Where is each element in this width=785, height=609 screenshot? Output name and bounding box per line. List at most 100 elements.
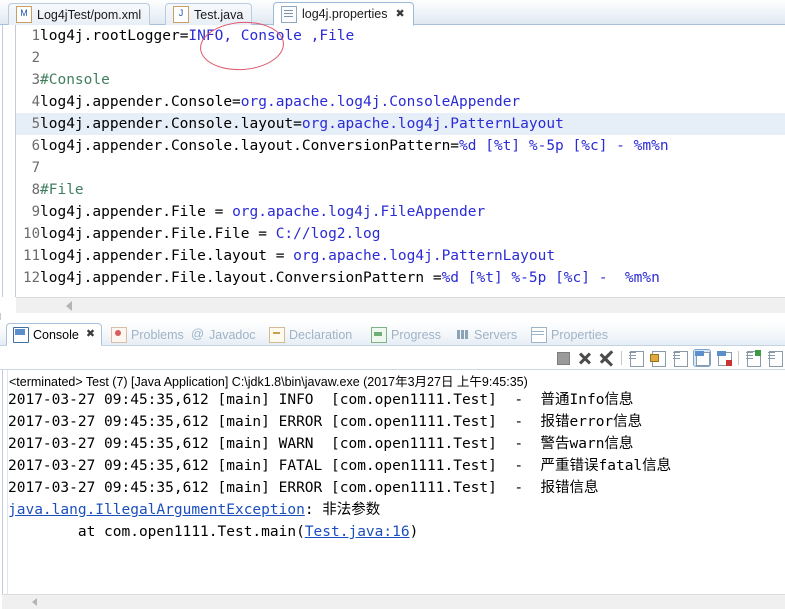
open-console-button[interactable] (745, 350, 761, 367)
line-number: 11 (23, 248, 40, 264)
code-line[interactable]: 5log4j.appender.Console.layout=org.apach… (16, 113, 785, 135)
tab-declaration[interactable]: Declaration (263, 324, 358, 345)
code-line[interactable]: 2 (16, 47, 785, 69)
problems-icon (111, 326, 127, 343)
tab-problems[interactable]: Problems (105, 324, 190, 345)
stacktrace-suffix: ) (409, 524, 419, 540)
code-line-list: 1log4j.rootLogger=INFO, Console ,File 2 3#… (16, 25, 785, 289)
code-line[interactable]: 10log4j.appender.File.File = C://log2.lo… (16, 223, 785, 245)
xml-file-icon (16, 6, 32, 23)
tab-servers[interactable]: Servers (450, 324, 523, 345)
scroll-lock-button[interactable] (650, 350, 666, 367)
console-panel: Console ✖ Problems Javadoc Declaration P… (0, 322, 785, 609)
console-output-area[interactable]: <terminated> Test (7) [Java Application]… (0, 370, 785, 594)
code-token: log4j.rootLogger (40, 28, 180, 44)
close-icon[interactable]: ✖ (395, 8, 404, 20)
servers-icon (456, 328, 470, 342)
progress-icon (371, 326, 387, 343)
console-log-line: 2017-03-27 09:45:35,612 [main] FATAL [co… (8, 458, 672, 474)
code-line[interactable]: 4log4j.appender.Console=org.apache.log4j… (16, 91, 785, 113)
code-token: %d [%t] %-5p [%c] - %m%n (459, 138, 669, 154)
editor-horizontal-scrollbar[interactable] (16, 297, 785, 313)
editor-tab-log4j-properties[interactable]: log4j.properties ✖ (273, 2, 414, 26)
toolbar-separator (738, 351, 739, 365)
console-icon (13, 326, 29, 343)
code-line[interactable]: 9log4j.appender.File = org.apache.log4j.… (16, 201, 785, 223)
editor-tab-label: log4j.properties (302, 7, 388, 21)
line-number: 7 (31, 160, 40, 176)
code-line[interactable]: 11log4j.appender.File.layout = org.apach… (16, 245, 785, 267)
console-terminated-line: <terminated> Test (7) [Java Application]… (9, 375, 528, 389)
terminate-button[interactable] (555, 350, 571, 366)
word-wrap-button[interactable] (672, 350, 688, 367)
close-icon[interactable]: ✖ (86, 329, 95, 340)
java-file-icon (173, 6, 189, 23)
scroll-left-icon[interactable] (66, 301, 72, 311)
editor-tab-label: Log4jTest/pom.xml (37, 7, 142, 22)
scroll-left-icon[interactable] (32, 598, 37, 606)
code-line[interactable]: 1log4j.rootLogger=INFO, Console ,File (16, 25, 785, 47)
code-token: org.apache.log4j.PatternLayout (293, 248, 556, 264)
console-horizontal-scrollbar[interactable] (2, 594, 785, 609)
toolbar-separator (621, 351, 622, 365)
console-menu-button[interactable] (767, 350, 783, 367)
code-token: org.apache.log4j.ConsoleAppender (240, 94, 521, 110)
line-number: 2 (31, 50, 40, 66)
code-line[interactable]: 12log4j.appender.File.layout.ConversionP… (16, 267, 785, 289)
console-tab-label: Servers (474, 327, 518, 342)
pin-console-button[interactable] (693, 349, 711, 367)
tab-properties[interactable]: Properties (525, 324, 614, 345)
code-editor-area[interactable]: 1log4j.rootLogger=INFO, Console ,File 2 3#… (0, 25, 785, 297)
code-token: log4j.appender.Console.layout= (40, 116, 302, 132)
code-token: log4j.appender.File = (40, 204, 233, 220)
code-line[interactable]: 7 (16, 157, 785, 179)
console-tab-label: Console (33, 327, 79, 342)
properties-file-icon (281, 5, 297, 23)
code-line[interactable]: 3#Console (16, 69, 785, 91)
declaration-icon (269, 326, 285, 343)
remove-launch-button[interactable] (577, 350, 593, 366)
editor-tab-pom-xml[interactable]: Log4jTest/pom.xml (8, 3, 151, 25)
editor-bottom-edge (0, 313, 785, 320)
editor-marker-ruler[interactable] (2, 25, 16, 297)
console-stacktrace-line: at com.open1111.Test.main(Test.java:16) (8, 521, 671, 543)
code-token: org.apache.log4j.PatternLayout (301, 116, 564, 132)
editor-tab-bar: Log4jTest/pom.xml Test.java log4j.proper… (0, 0, 785, 26)
console-log-line: 2017-03-27 09:45:35,612 [main] INFO [com… (8, 392, 634, 408)
console-toolbar (555, 347, 785, 369)
console-log-line: 2017-03-27 09:45:35,612 [main] ERROR [co… (8, 414, 643, 430)
editor-panel: Log4jTest/pom.xml Test.java log4j.proper… (0, 0, 785, 320)
tab-console[interactable]: Console ✖ (6, 323, 103, 346)
clear-console-button[interactable] (628, 350, 644, 367)
line-number: 10 (23, 226, 40, 242)
tab-javadoc[interactable]: Javadoc (185, 324, 262, 345)
line-number: 4 (31, 94, 40, 110)
code-token: %d [%t] %-5p [%c] - %m%n (441, 270, 660, 286)
remove-all-terminated-button[interactable] (599, 350, 615, 366)
console-log-line: 2017-03-27 09:45:35,612 [main] ERROR [co… (8, 480, 599, 496)
code-token: INFO, Console ,File (188, 28, 355, 44)
stacktrace-source-link[interactable]: Test.java:16 (305, 524, 410, 540)
console-tab-label: Javadoc (209, 327, 256, 342)
line-number: 1 (31, 28, 40, 44)
console-tab-label: Progress (391, 327, 442, 342)
code-token: C://log2.log (275, 226, 381, 242)
editor-tab-test-java[interactable]: Test.java (165, 3, 253, 25)
code-line[interactable]: 8#File (16, 179, 785, 201)
tab-progress[interactable]: Progress (365, 324, 447, 345)
line-number: 3 (31, 72, 40, 88)
display-selected-console-button[interactable] (716, 350, 732, 366)
line-number: 6 (31, 138, 40, 154)
exception-type-link[interactable]: java.lang.IllegalArgumentException (8, 502, 305, 518)
code-token: log4j.appender.Console.layout.Conversion… (40, 138, 460, 154)
stacktrace-prefix: at com.open1111.Test.main( (8, 524, 305, 540)
exception-message: : 非法参数 (304, 502, 381, 518)
javadoc-icon (191, 326, 205, 342)
console-tab-bar: Console ✖ Problems Javadoc Declaration P… (0, 322, 785, 346)
properties-icon (531, 326, 547, 343)
code-line[interactable]: 6log4j.appender.Console.layout.Conversio… (16, 135, 785, 157)
console-log-list: 2017-03-27 09:45:35,612 [main] INFO [com… (8, 389, 671, 543)
console-tab-label: Properties (551, 327, 608, 342)
code-token: log4j.appender.File.layout.ConversionPat… (40, 270, 442, 286)
code-token: log4j.appender.File.File = (40, 226, 276, 242)
